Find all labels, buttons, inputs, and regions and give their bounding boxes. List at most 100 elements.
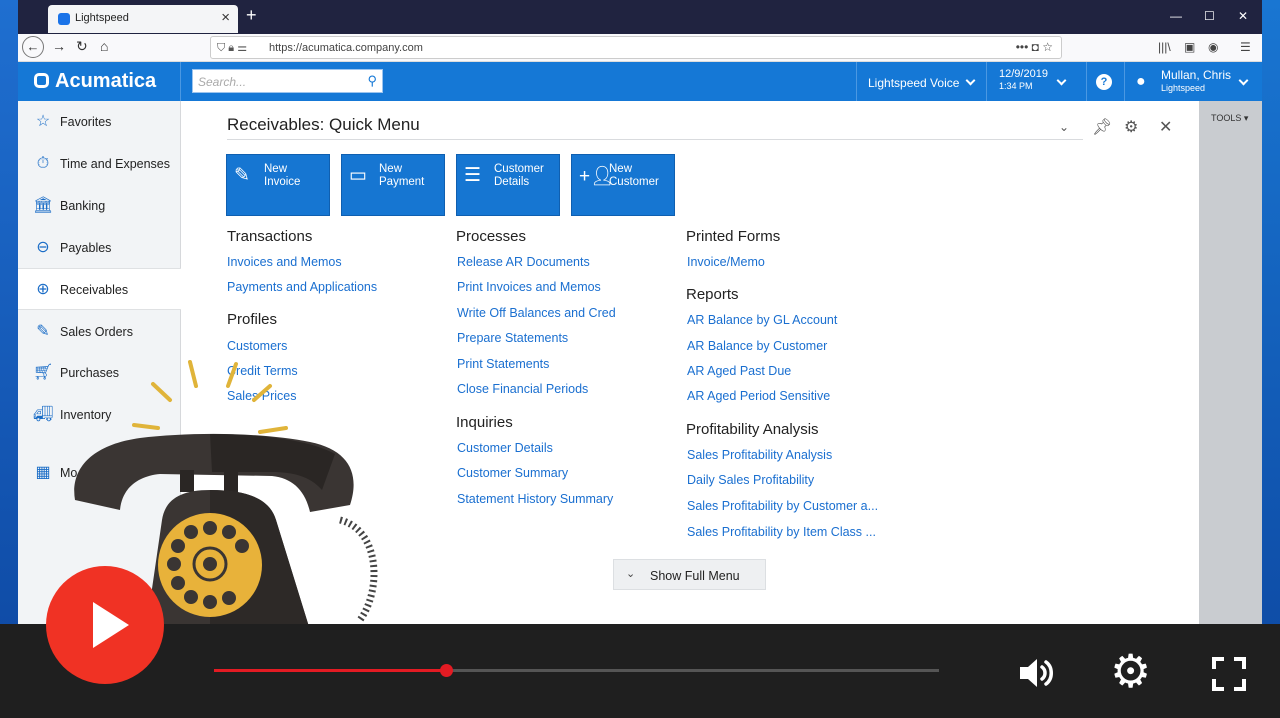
header-divider [180,62,181,101]
tools-label: TOOLS [1211,113,1242,123]
company-selector[interactable]: Lightspeed Voice [868,75,976,90]
user-chevron-icon[interactable] [1238,75,1249,86]
volume-icon[interactable] [1018,656,1056,690]
progress-handle[interactable] [440,664,453,677]
company-name: Lightspeed Voice [868,76,960,90]
help-icon[interactable]: ? [1096,74,1112,90]
pin-icon[interactable]: 📌︎ [1092,117,1112,137]
browser-tab-bar: Lightspeed × + — ☐ ✕ [18,0,1262,34]
new-invoice-tile[interactable]: ✎ New Invoice [226,154,330,216]
chevron-down-icon: ⌄ [626,568,636,580]
page-actions-icon[interactable]: ••• ◘ ☆ [1016,40,1053,54]
favicon-icon [58,13,70,25]
link-print-invoices-and-memos[interactable]: Print Invoices and Memos [457,280,601,294]
sidebar-item-label: Receivables [60,283,129,297]
fullscreen-icon[interactable] [1212,657,1246,691]
library-icon[interactable]: |||\ [1158,40,1171,54]
stopwatch-icon: ⏱ [36,155,50,172]
link-ar-aged-past-due[interactable]: AR Aged Past Due [687,364,791,378]
link-print-statements[interactable]: Print Statements [457,357,549,371]
link-sales-profitability-by-item-class[interactable]: Sales Profitability by Item Class ... [687,525,876,539]
link-statement-history-summary[interactable]: Statement History Summary [457,492,613,506]
title-divider [227,139,1083,140]
maximize-icon[interactable]: ☐ [1204,9,1215,23]
collapse-chevron-icon[interactable]: ⌄ [1059,120,1069,134]
minus-circle-icon: ⊖ [36,239,50,256]
customer-details-tile[interactable]: ☰ Customer Details [456,154,560,216]
browser-tab[interactable]: Lightspeed × [48,5,238,33]
link-ar-aged-period-sensitive[interactable]: AR Aged Period Sensitive [687,389,830,403]
business-time: 1:34 PM [999,81,1033,91]
link-invoices-and-memos[interactable]: Invoices and Memos [227,255,342,269]
search-input[interactable]: Search... ⚲ [192,69,383,93]
show-full-menu-button[interactable]: ⌄ Show Full Menu [613,559,766,590]
header-divider [1086,62,1087,101]
profiles-heading: Profiles [227,311,278,328]
sidebar-item-time-and-expenses[interactable]: ⏱ Time and Expenses [18,143,181,185]
gear-icon[interactable]: ⚙ [1124,117,1138,137]
settings-gear-icon[interactable]: ⚙ [1110,648,1151,694]
desktop-background [0,0,18,718]
date-selector[interactable]: 12/9/2019 1:34 PM [999,68,1048,91]
search-icon[interactable]: ⚲ [367,73,377,89]
plus-circle-icon: ⊕ [36,281,50,298]
profitability-heading: Profitability Analysis [686,421,819,438]
link-sales-profitability-analysis[interactable]: Sales Profitability Analysis [687,448,832,462]
link-customer-details[interactable]: Customer Details [457,441,553,455]
close-icon[interactable]: ✕ [1159,117,1172,137]
forward-icon[interactable]: → [52,38,66,54]
tile-label: New Customer [609,163,659,188]
link-write-off-balances[interactable]: Write Off Balances and Cred [457,306,616,320]
processes-heading: Processes [456,228,527,245]
sidebar-item-sales-orders[interactable]: ✎ Sales Orders [18,311,181,353]
progress-fill [214,669,446,672]
link-payments-and-applications[interactable]: Payments and Applications [227,280,377,294]
sidebar-item-label: Time and Expenses [60,157,171,171]
list-icon: ☰ [464,165,482,186]
play-icon [93,602,129,648]
link-close-financial-periods[interactable]: Close Financial Periods [457,382,588,396]
link-prepare-statements[interactable]: Prepare Statements [457,331,568,345]
transactions-heading: Transactions [227,228,313,245]
sidebar-item-receivables[interactable]: ⊕ Receivables [18,268,182,310]
play-button[interactable] [46,566,164,684]
user-icon: ● [1136,73,1146,90]
cart-icon: 🛒︎ [33,364,54,381]
reload-icon[interactable]: ↻ [76,38,88,55]
sidebar-toggle-icon[interactable]: ▣ [1184,40,1195,54]
user-menu[interactable]: Mullan, Chris Lightspeed [1161,68,1231,93]
minimize-icon[interactable]: — [1170,9,1182,23]
link-customer-summary[interactable]: Customer Summary [457,466,568,480]
user-name: Mullan, Chris [1161,68,1232,82]
sidebar-item-banking[interactable]: 🏛︎ Banking [18,185,181,227]
back-icon[interactable]: ← [22,36,44,58]
home-icon[interactable]: ⌂ [100,38,108,54]
sidebar-item-favorites[interactable]: ☆ Favorites [18,101,181,143]
link-sales-profitability-by-customer[interactable]: Sales Profitability by Customer a... [687,499,878,513]
new-payment-tile[interactable]: ▭ New Payment [341,154,445,216]
browser-toolbar: ← → ↻ ⌂ ⛉ 🔒︎ ⚌ https://acumatica.company… [18,34,1262,62]
date-chevron-icon[interactable] [1056,75,1067,86]
link-ar-balance-by-gl-account[interactable]: AR Balance by GL Account [687,313,837,327]
sidebar-item-payables[interactable]: ⊖ Payables [18,227,181,269]
lock-icon: ⛉ 🔒︎ ⚌ [217,42,248,54]
close-tab-icon[interactable]: × [221,9,230,26]
reports-heading: Reports [686,286,739,303]
tile-label: New Invoice [264,163,301,188]
link-release-ar-documents[interactable]: Release AR Documents [457,255,590,269]
brand-logo[interactable]: Acumatica [34,70,156,93]
tools-button[interactable]: TOOLS ▾ [1211,113,1248,124]
truck-icon: 🚚︎ [33,406,54,423]
progress-track[interactable] [214,664,939,677]
link-ar-balance-by-customer[interactable]: AR Balance by Customer [687,339,827,353]
header-divider [986,62,987,101]
menu-icon[interactable]: ☰ [1240,40,1251,54]
new-tab-icon[interactable]: + [246,5,257,26]
link-daily-sales-profitability[interactable]: Daily Sales Profitability [687,473,814,487]
link-invoice-memo[interactable]: Invoice/Memo [687,255,765,269]
account-icon[interactable]: ◉ [1208,40,1218,54]
close-window-icon[interactable]: ✕ [1238,9,1248,23]
address-bar[interactable]: ⛉ 🔒︎ ⚌ https://acumatica.company.com •••… [210,36,1062,59]
new-customer-tile[interactable]: +👤︎ New Customer [571,154,675,216]
brand-name: Acumatica [55,70,157,92]
